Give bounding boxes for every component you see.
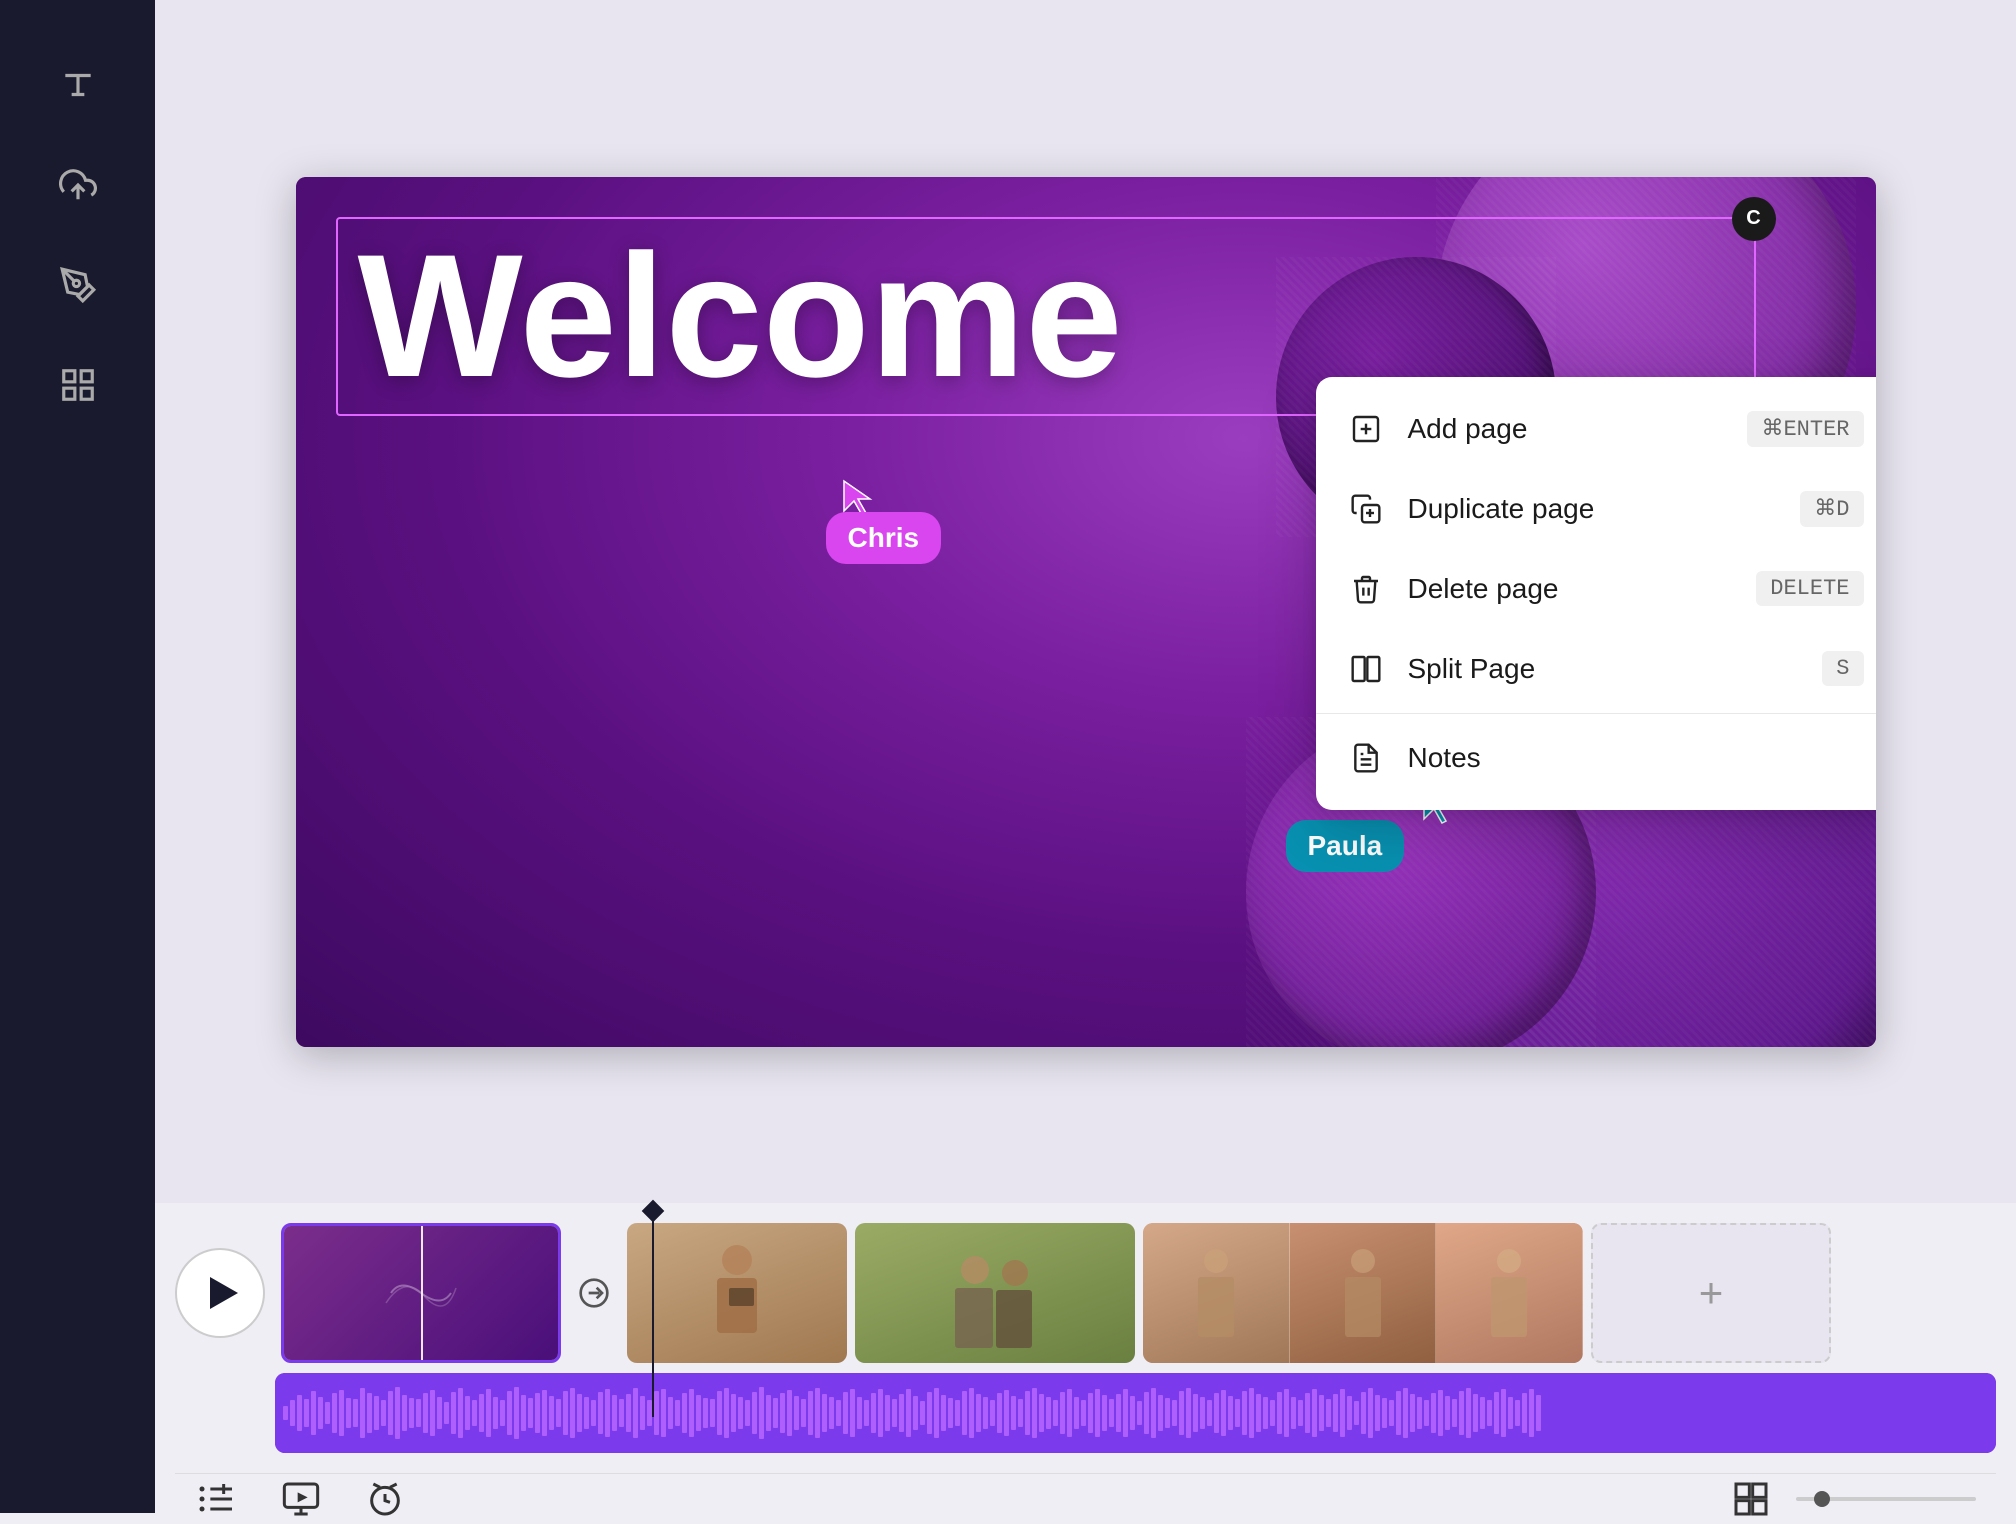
chris-label: Chris xyxy=(826,512,942,564)
bottom-toolbar xyxy=(175,1473,1996,1524)
zoom-slider-handle[interactable] xyxy=(1814,1491,1830,1507)
waveform-inner: const heights = [20,35,50,40,60,45,30,55… xyxy=(275,1373,1996,1453)
split-page-shortcut: S xyxy=(1822,651,1863,686)
timeline-track-row: + xyxy=(175,1203,1996,1373)
delete-page-icon xyxy=(1348,571,1384,607)
menu-item-notes[interactable]: Notes xyxy=(1316,718,1876,798)
timeline-list-icon[interactable] xyxy=(195,1477,239,1521)
menu-item-split-page[interactable]: Split Page S xyxy=(1316,629,1876,709)
split-page-label: Split Page xyxy=(1408,653,1799,685)
paula-label: Paula xyxy=(1286,820,1405,872)
playhead-line xyxy=(652,1217,654,1417)
add-page-label: Add page xyxy=(1408,413,1724,445)
main-area: Welcome C Chris Paula xyxy=(155,0,2016,1513)
context-menu: Add page ⌘ENTER Duplicate page ⌘D xyxy=(1316,377,1876,810)
c-user-avatar: C xyxy=(1732,197,1776,241)
playhead-diamond xyxy=(642,1200,665,1223)
audio-waveform[interactable]: const heights = [20,35,50,40,60,45,30,55… xyxy=(275,1373,1996,1453)
left-sidebar xyxy=(0,0,155,1513)
delete-page-shortcut: DELETE xyxy=(1756,571,1863,606)
welcome-text: Welcome xyxy=(358,219,1123,414)
clip-4[interactable] xyxy=(1143,1223,1583,1363)
draw-tool-icon[interactable] xyxy=(53,260,103,310)
preview-icon[interactable] xyxy=(279,1477,323,1521)
canvas-container: Welcome C Chris Paula xyxy=(155,0,2016,1203)
duplicate-page-shortcut: ⌘D xyxy=(1800,491,1863,527)
zoom-slider[interactable] xyxy=(1796,1497,1976,1501)
menu-divider xyxy=(1316,713,1876,714)
toolbar-right xyxy=(1726,1474,1976,1524)
add-clip-plus: + xyxy=(1699,1269,1724,1317)
toolbar-left xyxy=(195,1477,407,1521)
clip-1[interactable] xyxy=(281,1223,561,1363)
upload-tool-icon[interactable] xyxy=(53,160,103,210)
play-icon xyxy=(210,1277,238,1309)
playhead-marker[interactable] xyxy=(645,1203,661,1417)
play-button[interactable] xyxy=(175,1248,265,1338)
timeline-area: + const heights = [20,35,50,40,60,45,30,… xyxy=(155,1203,2016,1513)
notes-icon xyxy=(1348,740,1384,776)
text-tool-icon[interactable] xyxy=(53,60,103,110)
chris-cursor: Chris xyxy=(826,477,942,564)
timer-icon[interactable] xyxy=(363,1477,407,1521)
add-page-shortcut: ⌘ENTER xyxy=(1747,411,1863,447)
notes-label: Notes xyxy=(1408,742,1864,774)
menu-item-duplicate-page[interactable]: Duplicate page ⌘D xyxy=(1316,469,1876,549)
clips-container: + xyxy=(281,1223,1996,1363)
duplicate-page-icon xyxy=(1348,491,1384,527)
add-clip-button[interactable]: + xyxy=(1591,1223,1831,1363)
duplicate-page-label: Duplicate page xyxy=(1408,493,1777,525)
clip-4-inner xyxy=(1143,1223,1583,1363)
layout-icon[interactable] xyxy=(1726,1474,1776,1524)
add-page-icon xyxy=(1348,411,1384,447)
clip-3-inner xyxy=(855,1223,1135,1363)
delete-page-label: Delete page xyxy=(1408,573,1733,605)
menu-item-delete-page[interactable]: Delete page DELETE xyxy=(1316,549,1876,629)
grid-tool-icon[interactable] xyxy=(53,360,103,410)
canvas[interactable]: Welcome C Chris Paula xyxy=(296,177,1876,1047)
menu-item-add-page[interactable]: Add page ⌘ENTER xyxy=(1316,389,1876,469)
waveform-bars: const heights = [20,35,50,40,60,45,30,55… xyxy=(275,1373,1996,1453)
clip-3[interactable] xyxy=(855,1223,1135,1363)
split-page-icon xyxy=(1348,651,1384,687)
clip-transition-1[interactable] xyxy=(569,1277,619,1309)
